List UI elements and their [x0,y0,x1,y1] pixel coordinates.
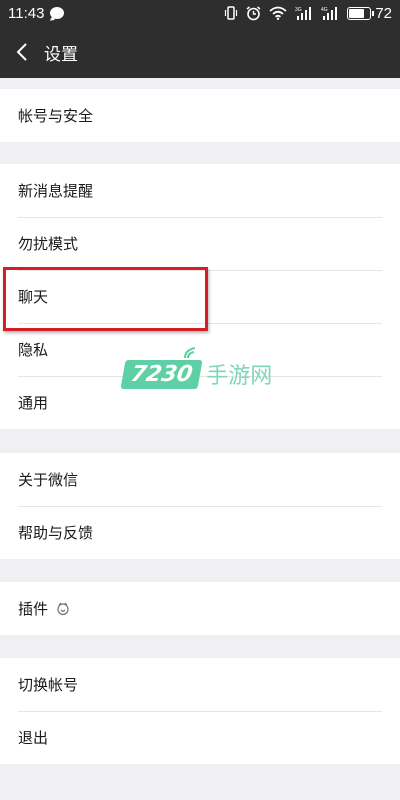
settings-item-label: 退出 [18,729,49,747]
settings-item-label: 关于微信 [18,471,79,489]
settings-group-about: 关于微信 帮助与反馈 [0,453,400,559]
settings-item-label: 通用 [18,394,49,412]
settings-item-label: 帮助与反馈 [18,524,94,542]
settings-item-label: 聊天 [18,288,49,306]
watermark-wifi-icon [184,347,196,359]
battery-icon [347,6,375,20]
settings-item-help-feedback[interactable]: 帮助与反馈 [0,506,400,559]
svg-text:4G: 4G [321,7,328,13]
settings-item-switch-account[interactable]: 切换帐号 [0,658,400,711]
vibrate-icon [225,6,238,20]
signal-4g-icon: 4G [321,7,338,20]
settings-item-label: 新消息提醒 [18,182,94,200]
settings-item-label: 切换帐号 [18,676,79,694]
watermark-text: 手游网 [206,364,273,389]
settings-group-session: 切换帐号 退出 [0,658,400,764]
back-button[interactable] [2,26,42,78]
signal-3g-icon: 3G [295,7,312,20]
settings-item-label: 帐号与安全 [18,107,94,125]
status-time: 11:43 [8,4,45,22]
settings-item-chat[interactable]: 聊天 [0,270,400,323]
wifi-icon [269,6,287,20]
settings-item-account-security[interactable]: 帐号与安全 [0,89,400,142]
settings-group-account: 帐号与安全 [0,89,400,142]
battery-indicator: 72 [347,5,392,22]
battery-percent: 72 [375,4,392,22]
plugin-icon [56,602,70,616]
settings-item-do-not-disturb[interactable]: 勿扰模式 [0,217,400,270]
chevron-left-icon [16,43,27,61]
alarm-icon [246,5,261,20]
settings-item-label: 勿扰模式 [18,235,79,253]
page-title: 设置 [44,44,78,65]
settings-item-notifications[interactable]: 新消息提醒 [0,164,400,217]
settings-item-about[interactable]: 关于微信 [0,453,400,506]
status-bar: 11:43 3G 4G 72 [0,0,400,26]
watermark-number: 7230 [120,359,203,389]
chat-notification-icon [50,7,65,19]
settings-item-label: 隐私 [18,341,49,359]
settings-group-plugins: 插件 [0,582,400,635]
nav-bar: 设置 [0,26,400,78]
watermark-logo: 7230 手游网 [120,347,273,390]
settings-item-label: 插件 [18,600,49,618]
settings-item-plugins[interactable]: 插件 [0,582,400,635]
svg-text:3G: 3G [295,7,302,13]
settings-item-logout[interactable]: 退出 [0,711,400,764]
